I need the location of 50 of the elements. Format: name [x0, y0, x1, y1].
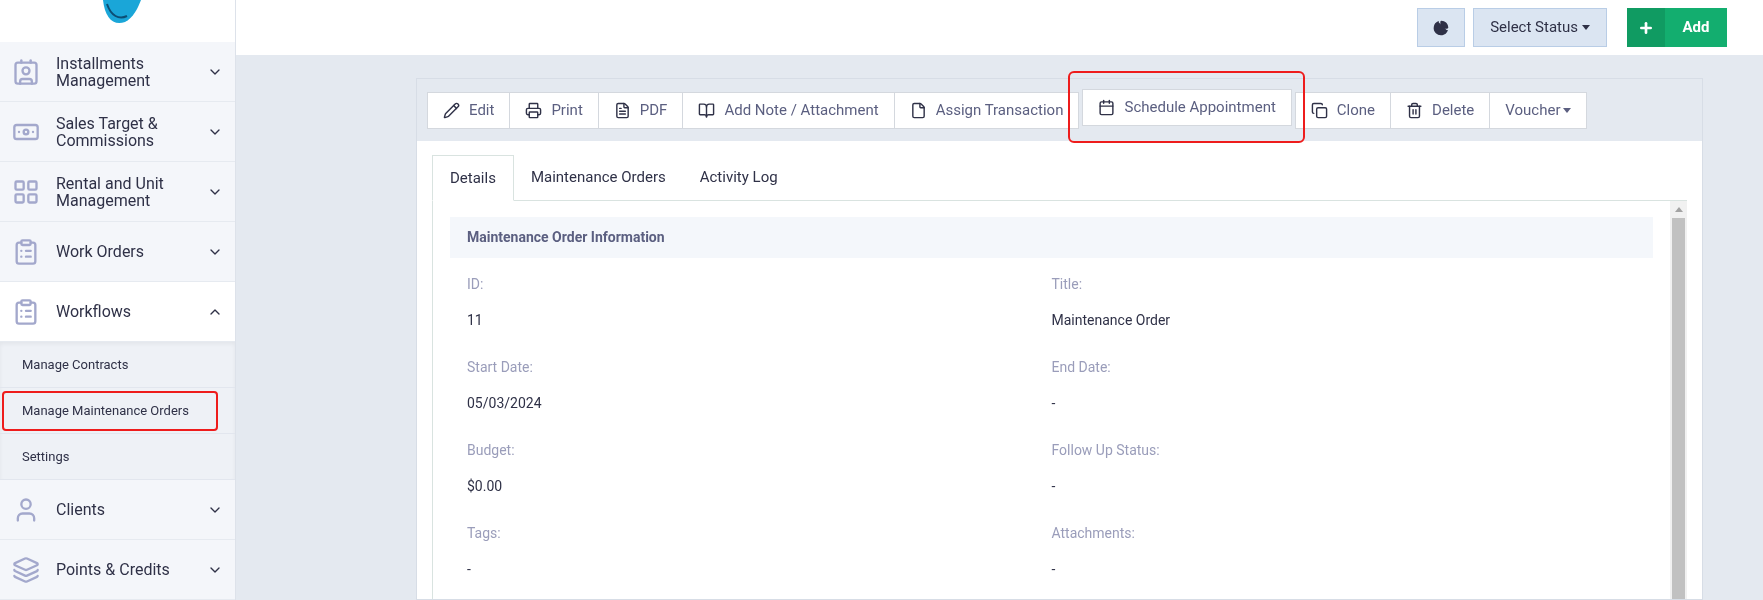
toolbar-button[interactable]: Add Note / Attachment [682, 91, 895, 129]
field-label: Budget: [467, 441, 516, 460]
field-value: - [1051, 560, 1057, 579]
field-label: End Date: [1051, 358, 1112, 377]
file-icon [909, 101, 927, 119]
tab[interactable]: Activity Log [682, 155, 795, 200]
grid-icon [12, 177, 40, 206]
field-value: 05/03/2024 [467, 394, 543, 413]
field-label: Tags: [467, 524, 502, 543]
submenu-item[interactable]: Settings [2, 436, 90, 477]
toolbar-button[interactable]: Voucher [1489, 91, 1587, 129]
document-icon [613, 101, 631, 119]
submenu-item[interactable]: Manage Contracts [2, 344, 149, 385]
field-value: - [1051, 394, 1057, 413]
plus-icon [1638, 19, 1654, 36]
toolbar-button[interactable]: Clone [1294, 91, 1392, 129]
submenu-item[interactable]: Manage Maintenance Orders [2, 390, 218, 431]
pencil-icon [443, 101, 460, 119]
field-value: Maintenance Order [1051, 311, 1172, 330]
toolbar-button[interactable]: Assign Transaction [893, 91, 1080, 129]
field-value: - [467, 560, 472, 579]
id-card-icon [12, 57, 40, 86]
trash-icon [1406, 101, 1424, 119]
toolbar-button[interactable]: Edit [427, 91, 511, 129]
layers-icon [12, 555, 40, 584]
calendar-icon [1098, 98, 1116, 116]
field-value: - [1051, 477, 1057, 496]
book-icon [698, 101, 716, 119]
tab[interactable]: Maintenance Orders [513, 155, 683, 200]
sidebar-item[interactable]: Workflows [0, 282, 235, 342]
chart-button[interactable] [1417, 8, 1466, 47]
tab[interactable]: Details [432, 155, 514, 201]
toolbar-button[interactable]: Schedule Appointment [1082, 88, 1292, 126]
caret-icon [1562, 107, 1571, 113]
field-value: $0.00 [467, 477, 504, 496]
toolbar-button[interactable]: Print [509, 91, 599, 129]
field-label: ID: [467, 275, 485, 294]
copy-icon [1310, 101, 1328, 119]
toolbar-button[interactable]: Delete [1390, 91, 1491, 129]
field-value: 11 [467, 311, 484, 330]
field-label: Start Date: [467, 358, 534, 377]
field-label: Attachments: [1051, 524, 1136, 543]
section-header: Maintenance Order Information [450, 217, 1653, 258]
pie-chart-icon [1433, 19, 1450, 36]
field-label: Follow Up Status: [1051, 441, 1161, 460]
printer-icon [525, 101, 543, 119]
caret-icon [1582, 25, 1590, 30]
field-label: Title: [1051, 275, 1084, 294]
status-dropdown[interactable]: Select Status [1473, 8, 1607, 47]
toolbar-button[interactable]: PDF [597, 91, 684, 129]
